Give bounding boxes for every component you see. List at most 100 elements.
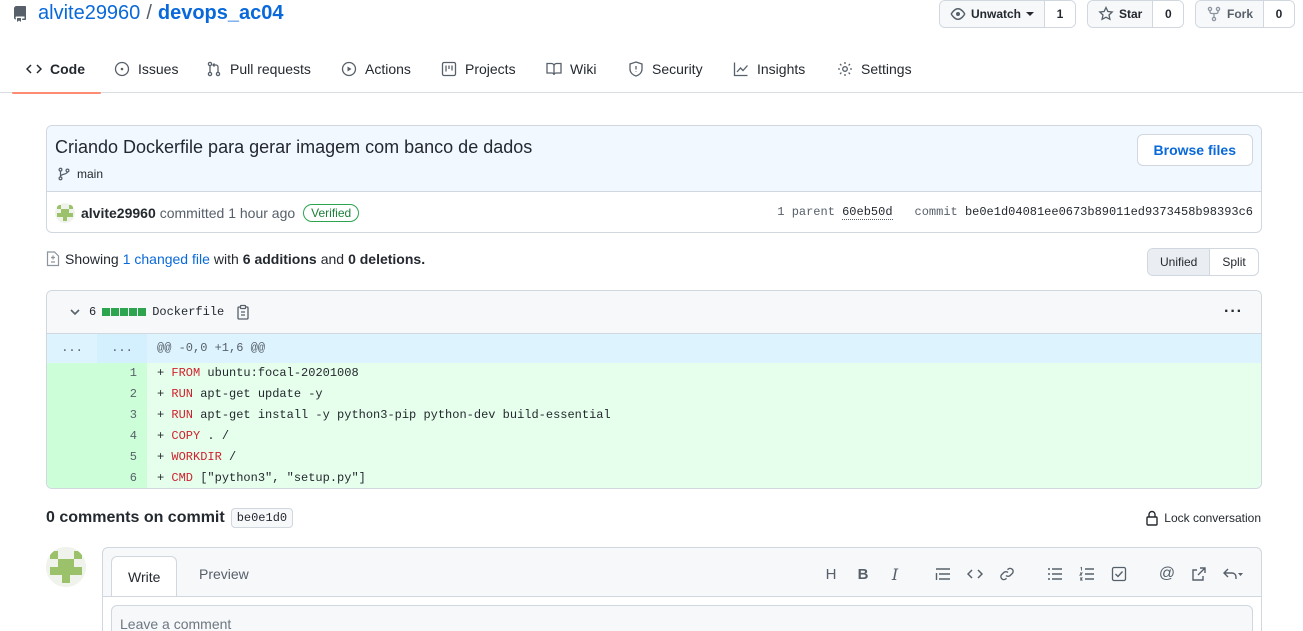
tab-code[interactable]: Code	[12, 44, 101, 94]
author-link[interactable]: alvite29960	[81, 205, 156, 221]
quote-icon	[935, 568, 950, 580]
committed-time: committed 1 hour ago	[159, 204, 296, 221]
comment-textarea[interactable]: Leave a comment	[111, 605, 1253, 631]
star-count[interactable]: 0	[1153, 1, 1184, 27]
lock-label: Lock conversation	[1164, 511, 1261, 525]
gear-icon	[838, 61, 852, 76]
repo-icon	[13, 5, 26, 22]
tab-insights-label: Insights	[757, 60, 806, 77]
reference-button[interactable]	[1183, 564, 1215, 584]
fork-button[interactable]: Fork	[1196, 1, 1265, 27]
lock-conversation-button[interactable]: Lock conversation	[1145, 510, 1261, 526]
tab-insights[interactable]: Insights	[733, 44, 805, 93]
tab-pull-requests-label: Pull requests	[230, 60, 311, 77]
watch-button[interactable]: Unwatch	[940, 1, 1046, 27]
issue-icon	[114, 61, 130, 76]
parent-sha-link[interactable]: 60eb50d	[842, 205, 893, 220]
code-button[interactable]	[959, 564, 991, 584]
link-button[interactable]	[991, 564, 1023, 584]
branch-info: main	[57, 167, 103, 181]
copy-clipboard-icon[interactable]	[236, 304, 250, 320]
expand-up-button[interactable]: ...	[47, 334, 97, 363]
comments-count-text: 0 comments on commit	[46, 509, 225, 526]
unified-button[interactable]: Unified	[1148, 249, 1211, 275]
ordered-list-button[interactable]	[1071, 564, 1103, 584]
branch-icon	[58, 167, 70, 181]
diff-line: 4 + COPY . /	[47, 426, 1261, 447]
fork-count[interactable]: 0	[1264, 1, 1295, 27]
showing-text: Showing	[65, 251, 119, 267]
italic-button[interactable]: I	[879, 564, 911, 584]
bold-button[interactable]: B	[847, 564, 879, 584]
line-number[interactable]: 1	[97, 363, 147, 384]
pull-request-icon	[207, 61, 221, 76]
repo-tabs: Code Issues Pull requests Actions Projec…	[0, 44, 1303, 94]
preview-tab[interactable]: Preview	[199, 566, 249, 582]
line-number[interactable]: 2	[97, 384, 147, 405]
link-icon	[1000, 567, 1014, 581]
identicon-icon	[55, 202, 75, 223]
diff-line: 2 + RUN apt-get update -y	[47, 384, 1261, 405]
quote-button[interactable]	[927, 564, 959, 584]
tab-actions[interactable]: Actions	[341, 44, 411, 93]
chevron-down-icon[interactable]	[69, 306, 81, 318]
line-number[interactable]: 5	[97, 447, 147, 468]
heading-button[interactable]: H	[815, 564, 847, 584]
branch-name[interactable]: main	[77, 167, 103, 181]
user-avatar[interactable]	[46, 547, 86, 587]
tab-security[interactable]: Security	[628, 44, 703, 93]
line-number[interactable]: 3	[97, 405, 147, 426]
list-unordered-icon	[1048, 568, 1062, 580]
repo-owner-link[interactable]: alvite29960	[38, 2, 140, 25]
file-options-kebab[interactable]: ···	[1224, 303, 1243, 321]
and-text: and	[320, 251, 345, 267]
comments-commit-sha: be0e1d0	[230, 508, 294, 528]
line-code: + FROM ubuntu:focal-20201008	[147, 363, 1261, 384]
mention-button[interactable]: @	[1151, 564, 1183, 584]
diff-line: 3 + RUN apt-get install -y python3-pip p…	[47, 405, 1261, 426]
unordered-list-button[interactable]	[1039, 564, 1071, 584]
commit-meta: alvite29960 committed 1 hour ago Verifie…	[47, 192, 1261, 232]
split-button[interactable]: Split	[1210, 249, 1257, 275]
verified-badge[interactable]: Verified	[303, 203, 360, 222]
eye-icon	[950, 8, 966, 20]
tab-actions-label: Actions	[365, 60, 411, 77]
repo-header: alvite29960 / devops_ac04 Unwatch 1 Star…	[0, 0, 1303, 34]
tab-issues-label: Issues	[138, 60, 179, 77]
file-diff: 6 Dockerfile ··· ... ... @@ -0,0 +1,6 @@…	[46, 290, 1262, 489]
bold-icon: B	[857, 565, 869, 583]
period-text: .	[421, 251, 426, 267]
line-number[interactable]: 4	[97, 426, 147, 447]
repo-name-link[interactable]: devops_ac04	[158, 2, 284, 25]
markdown-toolbar: H B I @	[815, 564, 1251, 584]
star-group: Star 0	[1087, 0, 1185, 28]
parent-label: 1 parent	[777, 205, 835, 219]
repo-title: alvite29960 / devops_ac04	[12, 2, 284, 25]
changed-files-link[interactable]: 1 changed file	[123, 251, 210, 267]
mention-icon: @	[1158, 565, 1176, 582]
italic-icon: I	[891, 564, 899, 584]
repo-separator: /	[146, 2, 152, 24]
author-avatar[interactable]	[55, 202, 75, 223]
tab-issues[interactable]: Issues	[114, 44, 178, 93]
write-tab[interactable]: Write	[111, 556, 178, 597]
file-changes-count: 6	[89, 305, 97, 319]
tab-pull-requests[interactable]: Pull requests	[206, 44, 311, 93]
task-list-button[interactable]	[1103, 564, 1135, 584]
tab-projects[interactable]: Projects	[441, 44, 516, 93]
line-code: + COPY . /	[147, 426, 1261, 447]
tab-wiki[interactable]: Wiki	[546, 44, 596, 93]
code-icon	[967, 569, 983, 579]
browse-files-button[interactable]: Browse files	[1136, 134, 1253, 166]
tab-settings[interactable]: Settings	[837, 44, 912, 93]
diff-line: 5 + WORKDIR /	[47, 447, 1261, 468]
diffstat-bar	[102, 308, 147, 316]
watch-count[interactable]: 1	[1045, 1, 1076, 27]
line-number[interactable]: 6	[97, 468, 147, 488]
expand-down-button[interactable]: ...	[97, 334, 147, 363]
star-button[interactable]: Star	[1088, 1, 1154, 27]
play-icon	[341, 61, 357, 76]
saved-replies-button[interactable]	[1215, 564, 1251, 584]
tab-settings-label: Settings	[861, 60, 912, 77]
file-name-link[interactable]: Dockerfile	[152, 305, 224, 319]
